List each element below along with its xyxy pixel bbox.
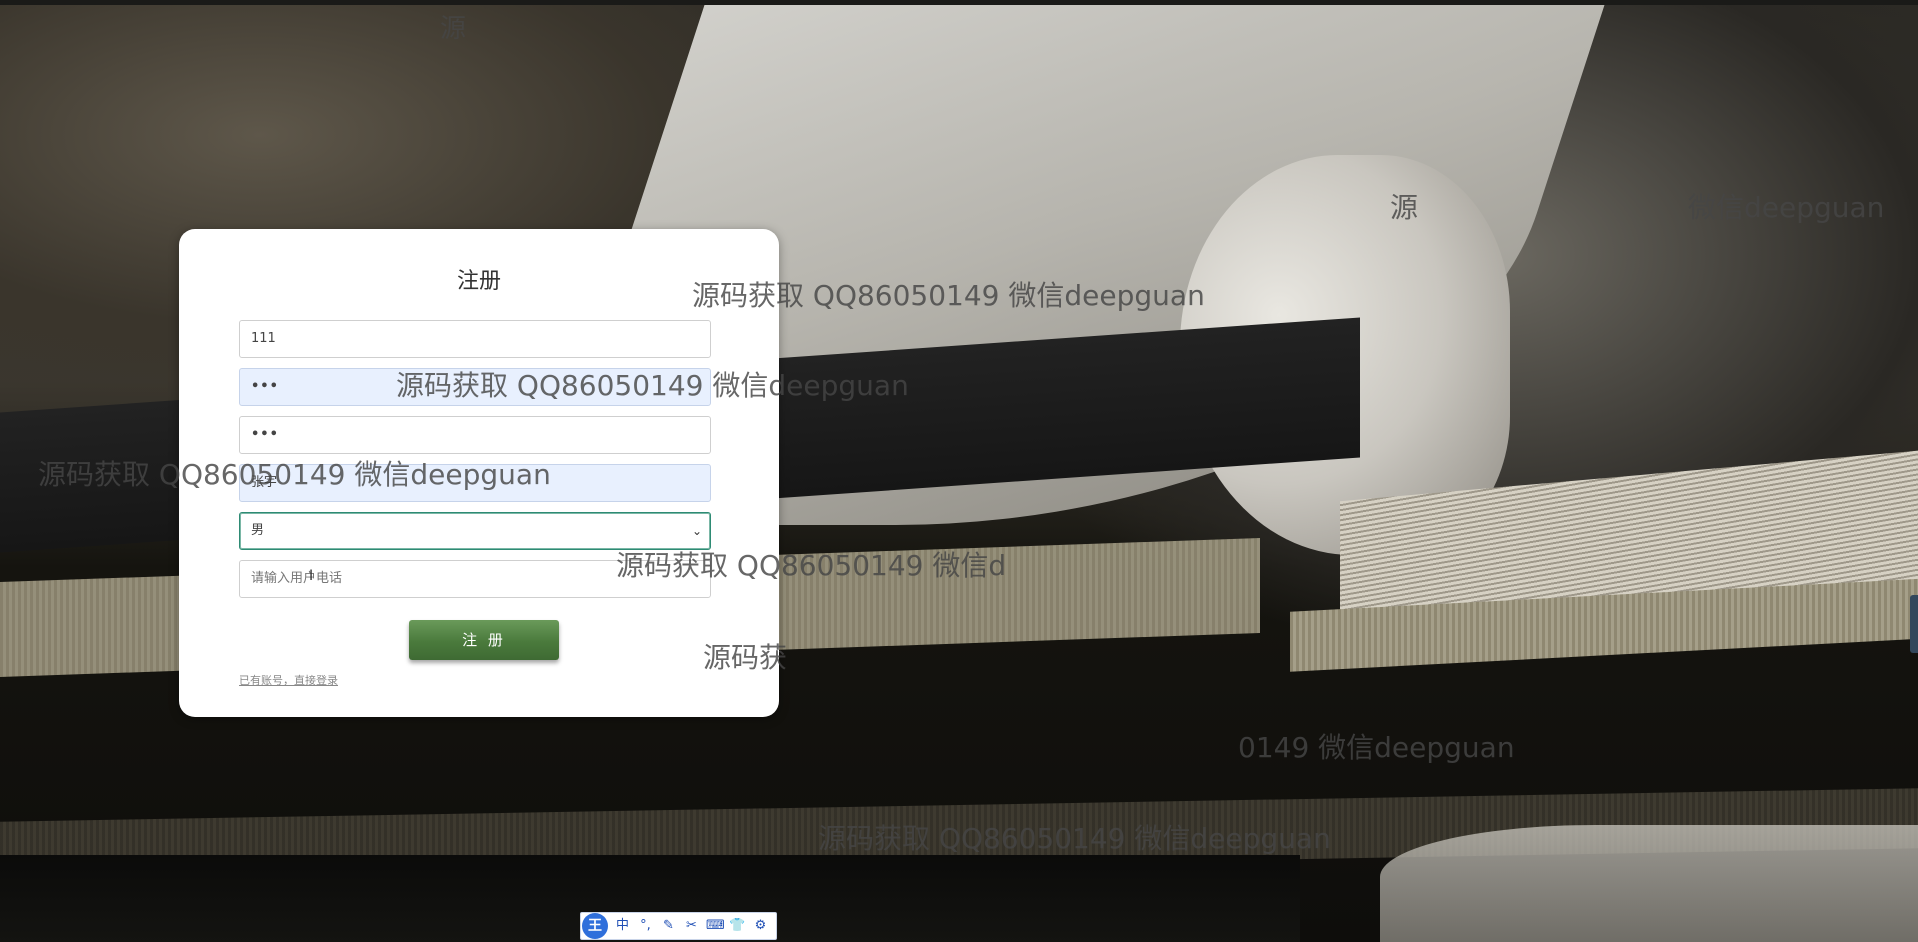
ime-toolbar[interactable]: 王 中 °, ✎ ✂ ⌨ 👕 ⚙ [580,912,777,940]
register-title: 注册 [456,269,501,294]
text-cursor-icon: I [309,568,314,584]
gender-selected-value: 男 [251,523,265,538]
keyboard-icon[interactable]: ⌨ [706,916,725,936]
register-button[interactable]: 注 册 [409,620,559,660]
chevron-down-icon: ⌄ [691,524,702,538]
name-input[interactable]: 张宇 [239,464,711,502]
password-input[interactable]: ••• [239,368,711,406]
background-page-reflection [1380,825,1918,942]
phone-placeholder: 请输入用户电话 [251,571,343,586]
settings-gear-icon[interactable]: ⚙ [752,916,769,936]
gender-select[interactable]: 男 ⌄ [239,512,711,550]
register-card: 注册 111 ••• ••• 张宇 男 ⌄ 请输入用户电话 I 注 册 已有账号… [179,229,779,717]
name-value: 张宇 [251,475,278,490]
username-input[interactable]: 111 [239,320,711,358]
handwriting-icon[interactable]: ✎ [660,916,677,936]
ime-logo-icon[interactable]: 王 [582,913,608,939]
username-value: 111 [251,331,276,346]
punctuation-icon[interactable]: °, [637,916,654,936]
confirm-password-input[interactable]: ••• [239,416,711,454]
skin-icon[interactable]: 👕 [729,916,746,936]
password-value: ••• [251,379,279,394]
chinese-mode-icon[interactable]: 中 [614,916,631,936]
scissors-icon[interactable]: ✂ [683,916,700,936]
login-link[interactable]: 已有账号，直接登录 [239,672,338,688]
confirm-password-value: ••• [251,427,279,442]
side-panel-handle[interactable] [1910,595,1918,653]
